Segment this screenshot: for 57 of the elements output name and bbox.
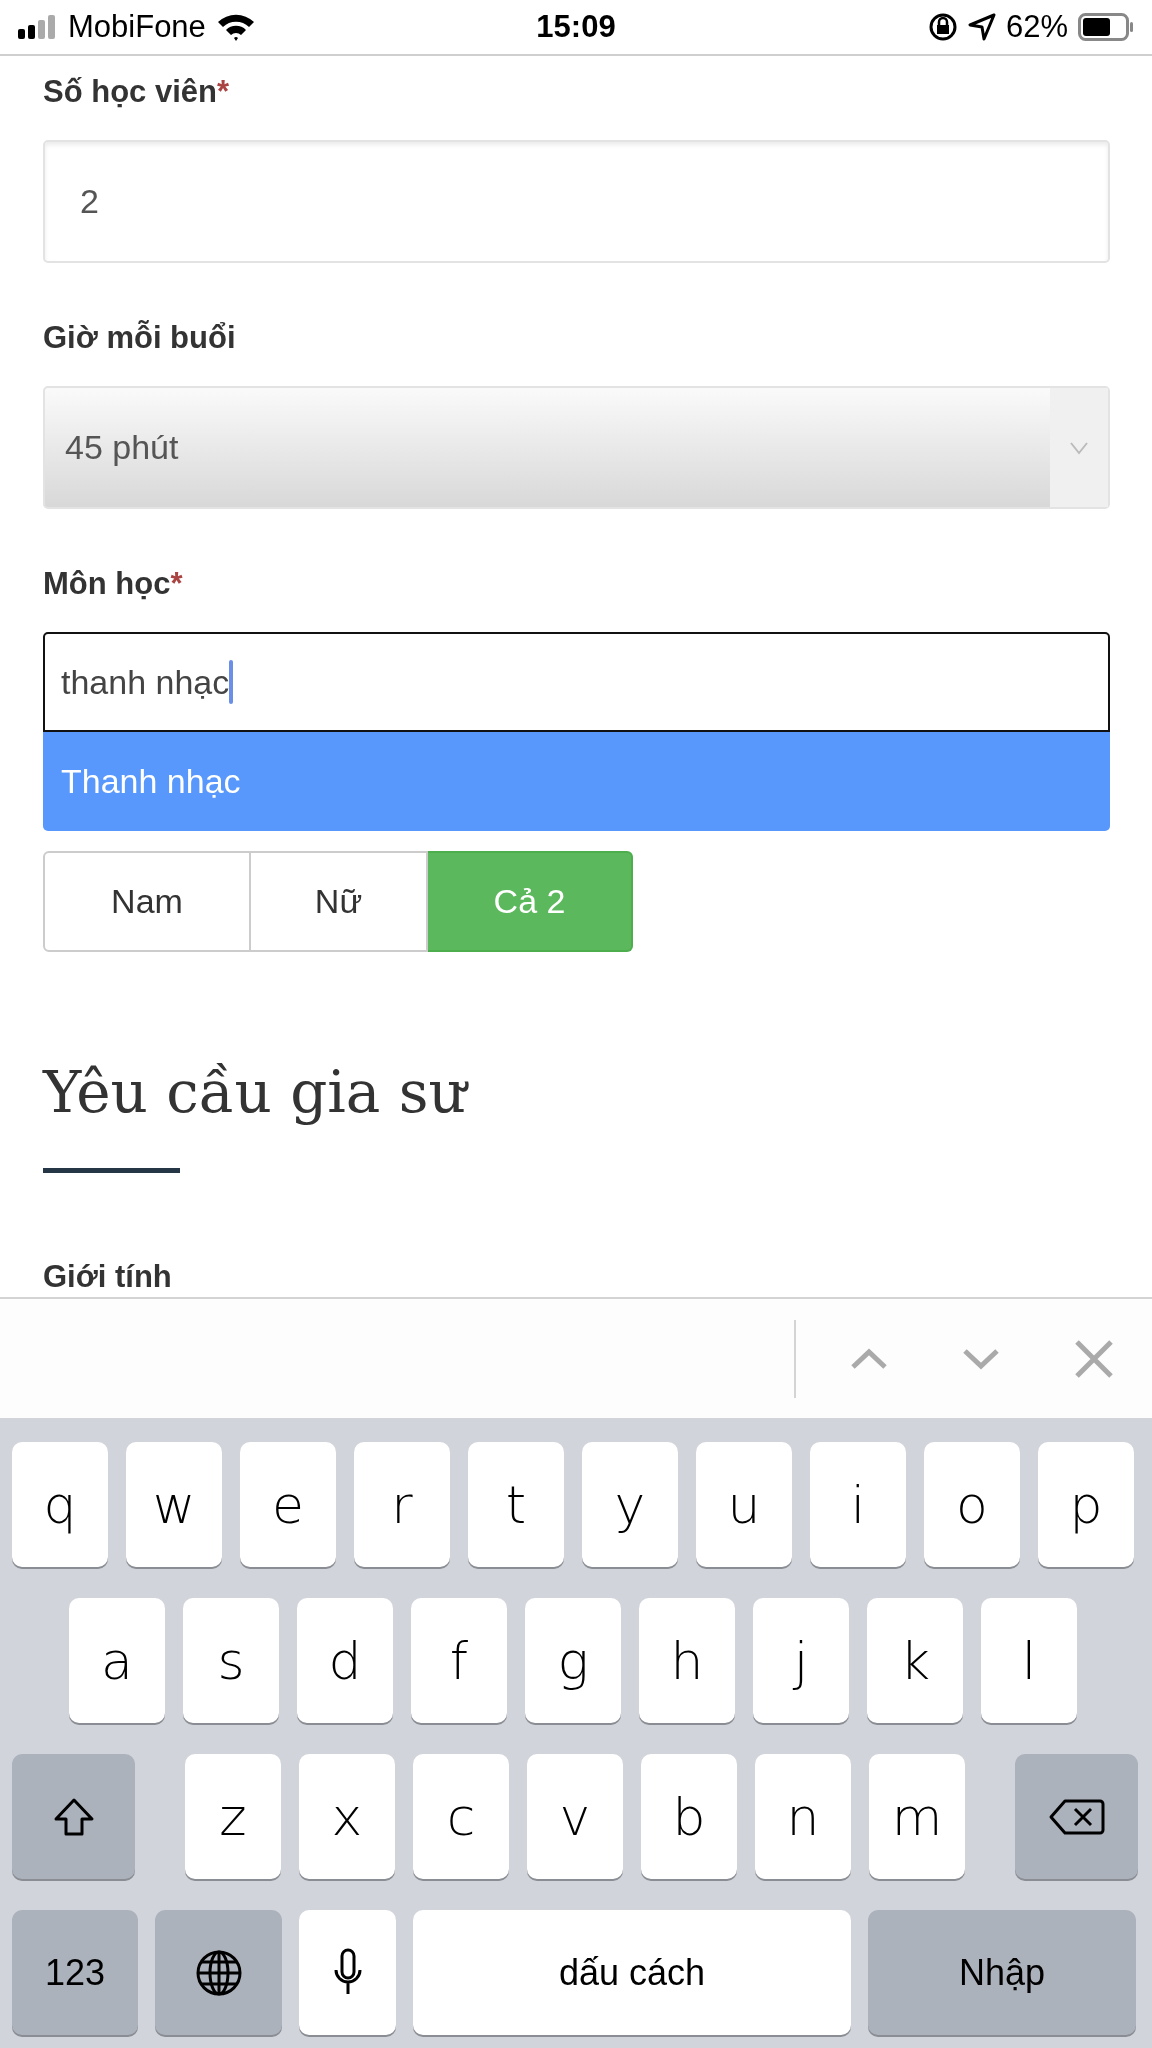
field-label: Giới tính (43, 1258, 172, 1296)
letter-key[interactable]: g (525, 1598, 621, 1723)
letter-key[interactable]: f (411, 1598, 507, 1723)
carrier-name: MobiFone (68, 9, 206, 45)
letter-key[interactable]: s (183, 1598, 279, 1723)
field-label: Môn học* (43, 565, 183, 603)
section-heading: Yêu cầu gia sư (43, 1052, 1110, 1132)
letter-key[interactable]: a (69, 1598, 165, 1723)
letter-key[interactable]: x (299, 1754, 395, 1879)
close-icon[interactable] (1074, 1338, 1114, 1379)
battery-icon (1078, 13, 1134, 41)
letter-key[interactable]: w (126, 1442, 222, 1567)
letter-key[interactable]: c (413, 1754, 509, 1879)
subject-search-field[interactable]: thanh nhạc (43, 632, 1110, 732)
letter-key[interactable]: q (12, 1442, 108, 1567)
letter-key[interactable]: t (468, 1442, 564, 1567)
letter-key[interactable]: d (297, 1598, 393, 1723)
letter-key[interactable]: h (639, 1598, 735, 1723)
gender-option[interactable]: Nam (43, 851, 251, 952)
location-arrow-icon (967, 13, 996, 41)
chevron-down-icon[interactable] (962, 1347, 1000, 1370)
rotation-lock-icon (927, 12, 958, 42)
letter-key[interactable]: b (641, 1754, 737, 1879)
number-input[interactable]: 2 (43, 140, 1110, 263)
field-label: Giờ mỗi buổi (43, 319, 236, 357)
letter-key[interactable]: p (1038, 1442, 1134, 1567)
letter-key[interactable]: y (582, 1442, 678, 1567)
gender-option[interactable]: Nữ (251, 851, 428, 952)
field-label: Số học viên* (43, 73, 230, 111)
letter-key[interactable]: o (924, 1442, 1020, 1567)
letter-key[interactable]: k (867, 1598, 963, 1723)
letter-key[interactable]: e (240, 1442, 336, 1567)
delete-icon (1048, 1797, 1105, 1836)
letter-key[interactable]: n (755, 1754, 851, 1879)
space-key[interactable]: dấu cách (413, 1910, 851, 2035)
letter-key[interactable]: u (696, 1442, 792, 1567)
signal-icon (18, 15, 58, 39)
letter-key[interactable]: m (869, 1754, 965, 1879)
letter-key[interactable]: j (753, 1598, 849, 1723)
return-key[interactable]: Nhập (868, 1910, 1136, 2035)
globe-icon (194, 1948, 243, 1997)
text-cursor (229, 660, 234, 704)
letter-key[interactable]: i (810, 1442, 906, 1567)
duration-select[interactable]: 45 phút (43, 386, 1110, 509)
microphone-key[interactable] (299, 1910, 396, 2035)
numbers-key[interactable]: 123 (12, 1910, 138, 2035)
letter-key[interactable]: v (527, 1754, 623, 1879)
letter-key[interactable]: r (354, 1442, 450, 1567)
chevron-up-icon[interactable] (850, 1347, 888, 1370)
shift-key[interactable] (12, 1754, 135, 1879)
clock-time: 15:09 (536, 9, 616, 45)
letter-key[interactable]: l (981, 1598, 1077, 1723)
delete-key[interactable] (1015, 1754, 1138, 1879)
battery-percent: 62% (1005, 9, 1068, 45)
globe-key[interactable] (155, 1910, 282, 2035)
chevron-down-icon (1069, 440, 1089, 455)
letter-key[interactable]: z (185, 1754, 281, 1879)
